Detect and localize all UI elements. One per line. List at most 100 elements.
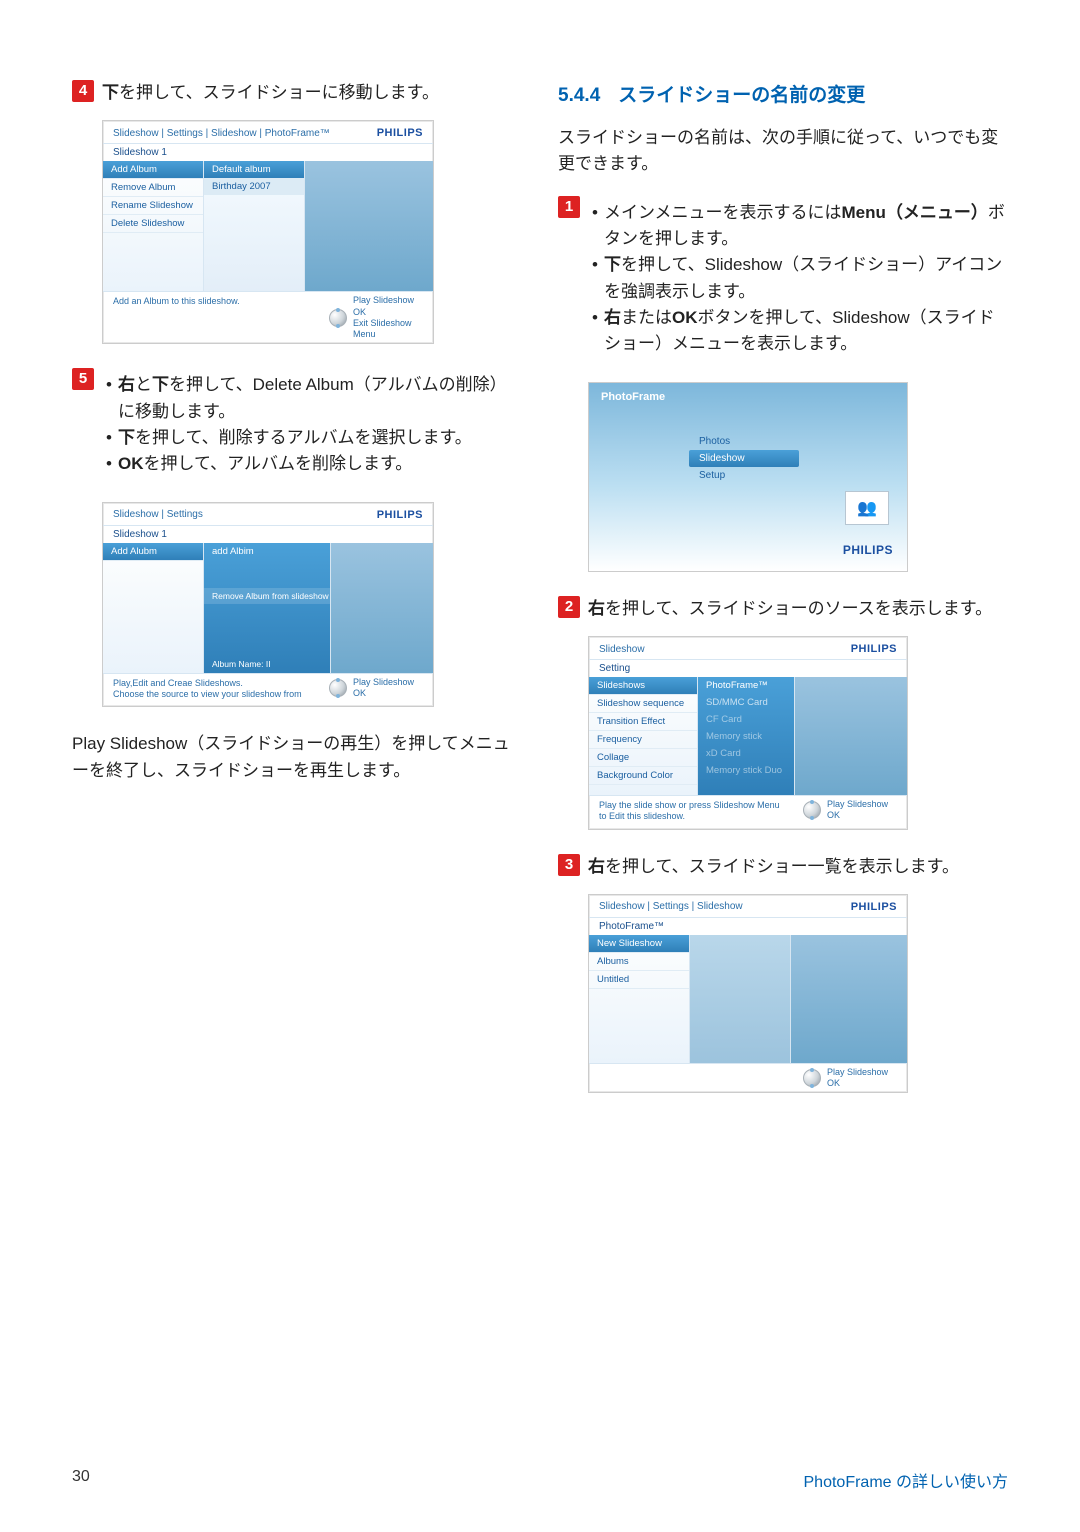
footer-action: Play Slideshow: [827, 799, 888, 810]
bullet: 下を押して、削除するアルバムを選択します。: [102, 425, 522, 451]
menu-col-b: PhotoFrame™ SD/MMC Card CF Card Memory s…: [698, 677, 795, 795]
menu-col-a: Slideshows Slideshow sequence Transition…: [589, 677, 698, 795]
step-text: 右を押して、スライドショー一覧を表示します。: [588, 854, 959, 880]
intro-text: スライドショーの名前は、次の手順に従って、いつでも変更できます。: [558, 125, 1008, 178]
step-4: 4 下を押して、スライドショーに移動します。: [72, 80, 522, 106]
menu-item: Albums: [589, 953, 689, 971]
footer-action: Play Slideshow: [353, 295, 429, 306]
menu-item: Memory stick: [698, 728, 794, 745]
bullet: 右と下を押して、Delete Album（アルバムの削除）に移動します。: [102, 372, 522, 425]
hint-text: Add an Album to this slideshow.: [103, 292, 325, 343]
menu-col-b: [690, 935, 791, 1063]
row-label: PhotoFrame™: [589, 917, 907, 935]
menu-item: Birthday 2007: [204, 178, 304, 195]
menu-item: Setup: [689, 467, 799, 484]
page-section-title: PhotoFrame の詳しい使い方: [804, 1468, 1009, 1492]
nav-disc-icon: [803, 801, 821, 819]
menu-item: Add Album: [103, 161, 203, 179]
nav-disc-icon: [803, 1069, 821, 1087]
footer-action: OK: [353, 688, 414, 699]
hint-text: [589, 1064, 799, 1093]
brand-logo: PHILIPS: [377, 509, 423, 521]
device-screenshot-1: Slideshow | Settings | Slideshow | Photo…: [102, 120, 434, 344]
breadcrumb: Slideshow | Settings: [113, 509, 203, 520]
menu-item: SD/MMC Card: [698, 694, 794, 711]
step-text: 下を押して、スライドショーに移動します。: [102, 80, 439, 106]
nav-disc-icon: [329, 679, 347, 697]
footer-action: OK: [353, 307, 429, 318]
menu-item: xD Card: [698, 745, 794, 762]
menu-item: CF Card: [698, 711, 794, 728]
section-heading: 5.4.4スライドショーの名前の変更: [558, 80, 1008, 107]
menu-item: Transition Effect: [589, 713, 697, 731]
pf-title: PhotoFrame: [601, 391, 665, 403]
device-screenshot-4: Slideshow | Settings | Slideshow PHILIPS…: [588, 894, 908, 1094]
menu-col-b: Default album Birthday 2007: [204, 161, 305, 291]
breadcrumb: Slideshow | Settings | Slideshow: [599, 901, 743, 912]
step-text: 右を押して、スライドショーのソースを表示します。: [588, 596, 992, 622]
menu-item: Frequency: [589, 731, 697, 749]
step-number: 2: [558, 596, 580, 618]
bullet: 右またはOKボタンを押して、Slideshow（スライドショー）メニューを表示し…: [588, 305, 1008, 358]
footer-action: OK: [827, 1078, 888, 1089]
menu-item: Remove Album from slideshow: [204, 588, 330, 604]
footer-action: Play Slideshow: [827, 1067, 888, 1078]
preview-col: [795, 677, 907, 795]
step-5: 5 右と下を押して、Delete Album（アルバムの削除）に移動します。 下…: [72, 368, 522, 487]
menu-item: Memory stick Duo: [698, 762, 794, 779]
menu-item: Collage: [589, 749, 697, 767]
menu-col-a: Add Alubm: [103, 543, 204, 673]
brand-logo: PHILIPS: [851, 901, 897, 913]
slideshow-name: Slideshow 1: [103, 525, 433, 543]
step-number: 3: [558, 854, 580, 876]
preview-col: [331, 543, 433, 673]
step-number: 1: [558, 196, 580, 218]
row-label: Setting: [589, 659, 907, 677]
step-number: 4: [72, 80, 94, 102]
menu-item: New Slideshow: [589, 935, 689, 953]
menu-item: add Albim: [204, 543, 330, 560]
menu-item: Photos: [689, 433, 799, 450]
footer-action: Play Slideshow: [353, 677, 414, 688]
brand-logo: PHILIPS: [377, 127, 423, 139]
menu-item: Slideshows: [589, 677, 697, 695]
device-screenshot-2: Slideshow | Settings PHILIPS Slideshow 1…: [102, 502, 434, 708]
menu-item: Slideshow: [689, 450, 799, 467]
breadcrumb: Slideshow: [599, 644, 645, 655]
nav-disc-icon: [329, 309, 347, 327]
footer-action: Exit Slideshow Menu: [353, 318, 429, 341]
device-screenshot-3: Slideshow PHILIPS Setting Slideshows Sli…: [588, 636, 908, 830]
hint-text: Play the slide show or press Slideshow M…: [589, 796, 799, 829]
device-screenshot-main-menu: PhotoFrame Photos Slideshow Setup 👥 PHIL…: [588, 382, 908, 572]
footer-action: OK: [827, 810, 888, 821]
step-1: 1 メインメニューを表示するにはMenu（メニュー）ボタンを押します。 下を押し…: [558, 196, 1008, 368]
hint-text: Play,Edit and Creae Slideshows. Choose t…: [103, 674, 325, 707]
preview-col: [791, 935, 907, 1063]
left-column: 4 下を押して、スライドショーに移動します。 Slideshow | Setti…: [72, 80, 522, 1117]
step-2: 2 右を押して、スライドショーのソースを表示します。: [558, 596, 1008, 622]
step-3: 3 右を押して、スライドショー一覧を表示します。: [558, 854, 1008, 880]
menu-col-b: add Albim Remove Album from slideshow Al…: [204, 543, 331, 673]
menu-item: Default album: [204, 161, 304, 178]
slideshow-icon: 👥: [845, 491, 889, 525]
page-number: 30: [72, 1468, 90, 1492]
album-name-tag: Album Name: II: [212, 659, 271, 669]
play-slideshow-note: Play Slideshow（スライドショーの再生）を押してメニューを終了し、ス…: [72, 731, 522, 784]
bullet: メインメニューを表示するにはMenu（メニュー）ボタンを押します。: [588, 200, 1008, 253]
bullet: 下を押して、Slideshow（スライドショー）アイコンを強調表示します。: [588, 252, 1008, 305]
menu-item: PhotoFrame™: [698, 677, 794, 694]
step-number: 5: [72, 368, 94, 390]
menu-item: Slideshow sequence: [589, 695, 697, 713]
menu-col-a: Add Album Remove Album Rename Slideshow …: [103, 161, 204, 291]
menu-item: Delete Slideshow: [103, 215, 203, 233]
slideshow-name: Slideshow 1: [103, 143, 433, 161]
brand-logo: PHILIPS: [851, 643, 897, 655]
page-footer: 30 PhotoFrame の詳しい使い方: [72, 1468, 1008, 1492]
right-column: 5.4.4スライドショーの名前の変更 スライドショーの名前は、次の手順に従って、…: [558, 80, 1008, 1117]
menu-col-a: New Slideshow Albums Untitled: [589, 935, 690, 1063]
menu-item: Remove Album: [103, 179, 203, 197]
menu-item: Add Alubm: [103, 543, 203, 561]
brand-logo: PHILIPS: [843, 543, 893, 557]
breadcrumb: Slideshow | Settings | Slideshow | Photo…: [113, 128, 330, 139]
preview-col: [305, 161, 433, 291]
